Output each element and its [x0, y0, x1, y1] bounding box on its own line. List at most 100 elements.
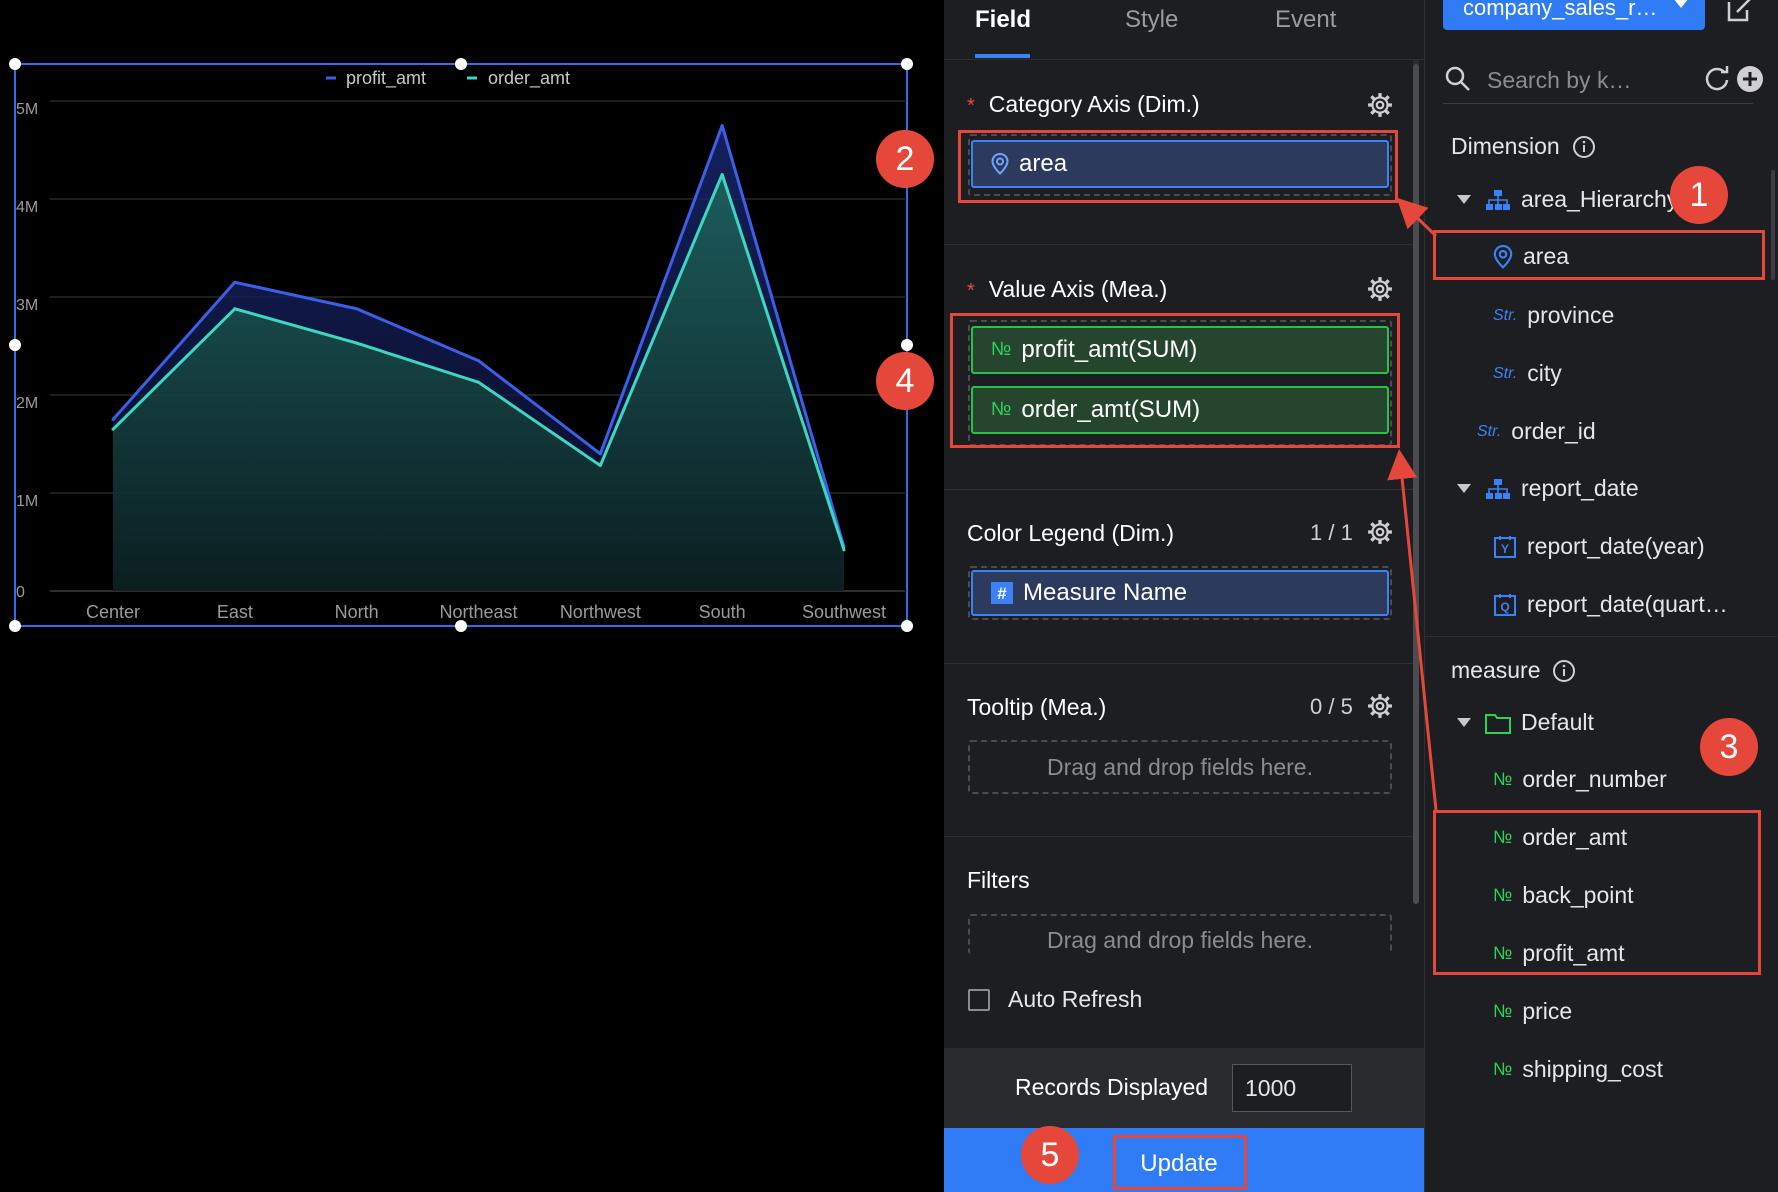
field-label: report_date(year) — [1527, 533, 1705, 559]
field-label: province — [1527, 302, 1615, 328]
resize-handle[interactable] — [9, 339, 21, 351]
hierarchy-icon — [1485, 189, 1511, 211]
folder-default[interactable]: Default — [1457, 709, 1594, 736]
category-field-pill[interactable]: area — [971, 140, 1389, 188]
y-tick-label: 4M — [16, 199, 38, 216]
resize-handle[interactable] — [455, 620, 467, 632]
tab-event[interactable]: Event — [1275, 6, 1336, 34]
edit-icon[interactable] — [1725, 0, 1755, 24]
field-item-report-date[interactable]: report_date — [1457, 475, 1639, 502]
gear-icon[interactable] — [1367, 519, 1393, 545]
location-pin-icon — [1493, 244, 1513, 269]
caret-down-icon[interactable] — [1457, 484, 1471, 493]
gear-icon[interactable] — [1367, 276, 1393, 302]
resize-handle[interactable] — [901, 620, 913, 632]
config-scrollbar[interactable] — [1413, 60, 1419, 904]
caret-down-icon[interactable] — [1457, 718, 1471, 727]
tab-field[interactable]: Field — [975, 6, 1031, 34]
field-item-area-hierarchy[interactable]: area_Hierarchy — [1457, 186, 1678, 213]
field-item-price[interactable]: № price — [1493, 998, 1572, 1025]
field-item-city[interactable]: Str. city — [1493, 360, 1562, 387]
filters-drop-zone[interactable]: Drag and drop fields here. — [968, 914, 1392, 954]
y-tick-label: 3M — [16, 297, 38, 314]
value-field-label: profit_amt(SUM) — [1021, 336, 1198, 363]
color-legend-field-pill[interactable]: # Measure Name — [971, 570, 1389, 616]
data-point-order_amt — [842, 548, 846, 552]
field-item-profit-amt[interactable]: № profit_amt — [1493, 940, 1625, 967]
tooltip-section: Tooltip (Mea.) 0 / 5 Drag and drop field… — [944, 665, 1414, 837]
add-circle-icon[interactable] — [1735, 64, 1765, 94]
y-tick-label: 2M — [16, 395, 38, 412]
field-item-report-date-quarter[interactable]: Q report_date(quart… — [1493, 591, 1728, 618]
x-tick-label: Southwest — [802, 602, 886, 622]
auto-refresh-row[interactable]: Auto Refresh — [968, 986, 1142, 1013]
year-icon: Y — [1493, 535, 1517, 559]
folder-icon — [1485, 712, 1511, 734]
tooltip-drop-zone[interactable]: Drag and drop fields here. — [968, 740, 1392, 794]
dimension-header: Dimension — [1451, 133, 1596, 160]
gear-icon[interactable] — [1367, 92, 1393, 118]
value-field-pill-order[interactable]: № order_amt(SUM) — [971, 386, 1389, 434]
color-legend-title: Color Legend (Dim.) — [967, 520, 1175, 546]
string-icon: Str. — [1493, 364, 1518, 382]
field-item-shipping-cost[interactable]: № shipping_cost — [1493, 1056, 1663, 1083]
field-item-order-id[interactable]: Str. order_id — [1477, 418, 1596, 445]
resize-handle[interactable] — [455, 58, 467, 70]
measure-title: measure — [1451, 657, 1541, 683]
data-point-profit_amt — [477, 359, 480, 363]
field-item-back-point[interactable]: № back_point — [1493, 882, 1634, 909]
svg-text:Q: Q — [1500, 600, 1509, 614]
refresh-icon[interactable] — [1703, 64, 1731, 92]
value-field-pill-profit[interactable]: № profit_amt(SUM) — [971, 326, 1389, 374]
field-label: shipping_cost — [1522, 1056, 1663, 1082]
data-point-profit_amt — [233, 280, 237, 284]
field-item-report-date-year[interactable]: Y report_date(year) — [1493, 533, 1705, 560]
x-tick-label: Center — [86, 602, 140, 622]
records-input[interactable]: 1000 — [1232, 1064, 1352, 1112]
caret-down-icon[interactable] — [1457, 195, 1471, 204]
info-icon[interactable] — [1572, 135, 1596, 159]
records-row: Records Displayed 1000 — [944, 1048, 1424, 1128]
field-panel: company_sales_r… Dimension area_Hierarch… — [1424, 0, 1778, 1192]
resize-handle[interactable] — [901, 58, 913, 70]
tooltip-title: Tooltip (Mea.) — [967, 694, 1107, 720]
auto-refresh-checkbox[interactable] — [968, 988, 990, 1011]
filters-title: Filters — [967, 867, 1030, 893]
records-label: Records Displayed — [1015, 1074, 1209, 1100]
number-icon: № — [1493, 1001, 1513, 1021]
search-input[interactable] — [1487, 62, 1687, 98]
category-axis-label: Category Axis (Dim.) — [988, 91, 1200, 117]
chevron-down-icon — [1673, 0, 1689, 8]
data-point-order_amt — [477, 380, 480, 384]
color-legend-section: Color Legend (Dim.) 1 / 1 # Measure Name — [944, 491, 1414, 664]
svg-text:#: # — [997, 584, 1007, 603]
update-button[interactable]: Update — [1114, 1136, 1244, 1192]
section-divider — [1425, 636, 1778, 637]
data-point-order_amt — [111, 427, 115, 431]
color-legend-count: 1 / 1 — [1310, 520, 1353, 545]
y-tick-label: 0 — [16, 584, 25, 601]
field-scrollbar[interactable] — [1771, 170, 1775, 280]
resize-handle[interactable] — [9, 620, 21, 632]
tab-style[interactable]: Style — [1125, 6, 1178, 34]
info-icon[interactable] — [1552, 659, 1576, 683]
x-tick-label: East — [217, 602, 253, 622]
number-icon: № — [991, 339, 1012, 360]
gear-icon[interactable] — [1367, 693, 1393, 719]
config-tabs: Field Style Event — [944, 0, 1424, 60]
dataset-select[interactable]: company_sales_r… — [1443, 0, 1705, 30]
active-tab-indicator — [975, 54, 1030, 58]
hash-icon: # — [991, 582, 1013, 604]
data-point-order_amt — [355, 341, 359, 345]
chart-canvas[interactable]: 0 1M 2M 3M 4M 5M Center East North Northeast Nort… — [0, 0, 944, 1192]
field-item-order-amt[interactable]: № order_amt — [1493, 824, 1627, 851]
scrollbar-thumb[interactable] — [1413, 64, 1419, 904]
field-label: city — [1527, 360, 1562, 386]
field-label: report_date — [1521, 475, 1639, 501]
resize-handle[interactable] — [9, 58, 21, 70]
field-item-province[interactable]: Str. province — [1493, 302, 1614, 329]
field-item-area[interactable]: area — [1493, 243, 1569, 270]
field-item-order-number[interactable]: № order_number — [1493, 766, 1667, 793]
y-tick-label: 5M — [16, 101, 38, 118]
resize-handle[interactable] — [901, 339, 913, 351]
